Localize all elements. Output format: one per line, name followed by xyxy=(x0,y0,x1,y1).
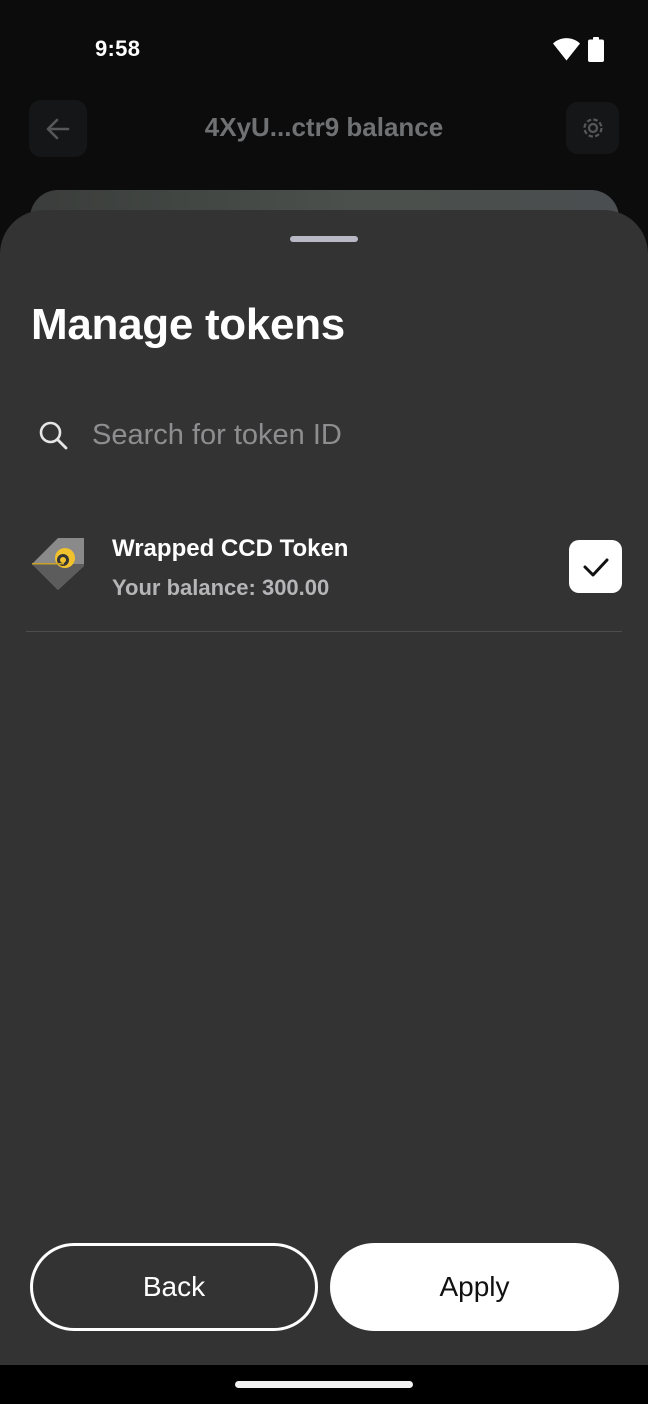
settings-button[interactable] xyxy=(566,102,619,154)
screen: 9:58 4XyU...ctr9 balance Manage tokens S… xyxy=(0,0,648,1404)
wrapped-ccd-token-icon xyxy=(32,538,84,590)
search-input[interactable] xyxy=(92,405,620,465)
sheet-title: Manage tokens xyxy=(31,300,345,349)
drag-handle[interactable] xyxy=(290,236,358,242)
search-icon xyxy=(39,421,68,450)
manage-tokens-sheet: Manage tokens Wrapped CCD Token Your bal… xyxy=(0,210,648,1365)
checkmark-icon xyxy=(583,558,608,576)
gear-icon xyxy=(582,118,603,138)
header-title: 4XyU...ctr9 balance xyxy=(204,112,444,142)
token-list-item[interactable]: Wrapped CCD Token Your balance: 300.00 xyxy=(26,520,622,632)
token-name: Wrapped CCD Token xyxy=(112,535,349,562)
token-checkbox[interactable] xyxy=(569,540,622,593)
battery-icon xyxy=(588,37,604,62)
back-button[interactable]: Back xyxy=(30,1243,318,1331)
status-bar: 9:58 xyxy=(0,0,648,96)
search-bar xyxy=(28,400,620,470)
token-balance: Your balance: 300.00 xyxy=(112,575,330,600)
navigation-bar xyxy=(0,1365,648,1404)
wifi-icon xyxy=(553,38,580,61)
home-indicator[interactable] xyxy=(235,1381,413,1388)
apply-button[interactable]: Apply xyxy=(330,1243,619,1331)
status-time: 9:58 xyxy=(95,36,141,61)
